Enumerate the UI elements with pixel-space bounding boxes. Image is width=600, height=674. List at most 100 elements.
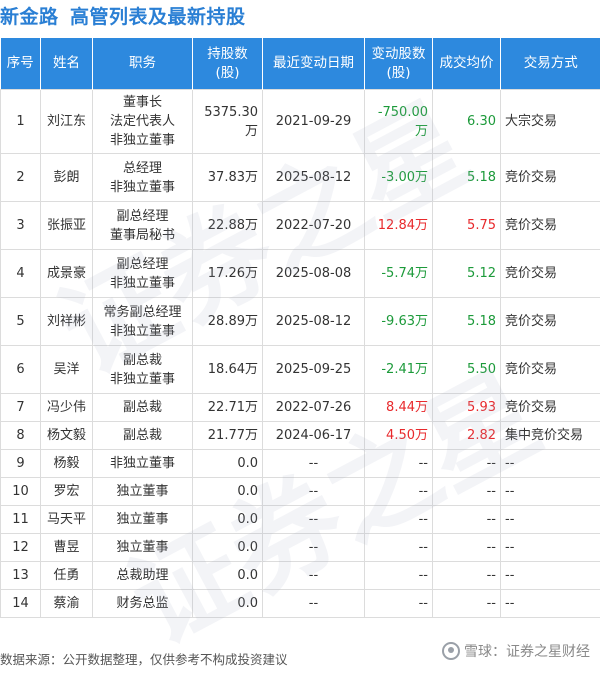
executive-name: 杨文毅	[41, 422, 93, 450]
share-change: --	[365, 562, 433, 590]
position-line: 副总裁	[97, 398, 188, 417]
position-line: 非独立董事	[97, 131, 188, 150]
shares-held: 18.64万	[193, 346, 263, 394]
executive-position: 独立董事	[93, 478, 193, 506]
share-change: 4.50万	[365, 422, 433, 450]
trade-method: --	[501, 534, 600, 562]
position-line: 副总裁	[97, 426, 188, 445]
last-change-date: 2022-07-20	[263, 202, 365, 250]
executives-table: 序号姓名职务持股数(股)最近变动日期变动股数(股)成交均价交易方式 1刘江东董事…	[0, 38, 600, 618]
executive-name: 曹昱	[41, 534, 93, 562]
executive-position: 副总经理非独立董事	[93, 250, 193, 298]
table-row: 5刘祥彬常务副总经理非独立董事28.89万2025-08-12-9.63万5.1…	[1, 298, 600, 346]
trade-method: --	[501, 450, 600, 478]
last-change-date: --	[263, 562, 365, 590]
trade-method: 大宗交易	[501, 90, 600, 154]
row-number: 14	[1, 590, 41, 618]
share-change: -750.00万	[365, 90, 433, 154]
position-line: 独立董事	[97, 538, 188, 557]
shares-held: 0.0	[193, 478, 263, 506]
column-header: 最近变动日期	[263, 38, 365, 90]
row-number: 1	[1, 90, 41, 154]
executive-position: 副总经理董事局秘书	[93, 202, 193, 250]
shares-held: 17.26万	[193, 250, 263, 298]
trade-method: --	[501, 590, 600, 618]
position-line: 董事局秘书	[97, 226, 188, 245]
trade-method: 集中竞价交易	[501, 422, 600, 450]
column-header: 序号	[1, 38, 41, 90]
shares-held: 0.0	[193, 562, 263, 590]
executive-name: 杨毅	[41, 450, 93, 478]
executive-name: 成景豪	[41, 250, 93, 298]
executive-name: 吴洋	[41, 346, 93, 394]
shares-held: 28.89万	[193, 298, 263, 346]
title-bar: 新金路 高管列表及最新持股	[0, 0, 600, 32]
trade-method: 竞价交易	[501, 202, 600, 250]
last-change-date: 2025-08-08	[263, 250, 365, 298]
position-line: 非独立董事	[97, 322, 188, 341]
column-header: 成交均价	[433, 38, 501, 90]
last-change-date: --	[263, 478, 365, 506]
trade-method: 竞价交易	[501, 154, 600, 202]
xueqiu-logo-icon	[442, 642, 460, 660]
table-row: 3张振亚副总经理董事局秘书22.88万2022-07-2012.84万5.75竞…	[1, 202, 600, 250]
row-number: 6	[1, 346, 41, 394]
average-price: 5.18	[433, 154, 501, 202]
executive-name: 刘江东	[41, 90, 93, 154]
position-line: 非独立董事	[97, 454, 188, 473]
row-number: 3	[1, 202, 41, 250]
last-change-date: 2025-08-12	[263, 154, 365, 202]
executive-name: 冯少伟	[41, 394, 93, 422]
share-change: -9.63万	[365, 298, 433, 346]
share-change: --	[365, 534, 433, 562]
average-price: 5.93	[433, 394, 501, 422]
share-change: -2.41万	[365, 346, 433, 394]
position-line: 非独立董事	[97, 274, 188, 293]
share-change: 8.44万	[365, 394, 433, 422]
row-number: 12	[1, 534, 41, 562]
table-row: 14蔡渝财务总监0.0--------	[1, 590, 600, 618]
share-change: -3.00万	[365, 154, 433, 202]
last-change-date: 2025-08-12	[263, 298, 365, 346]
table-row: 12曹昱独立董事0.0--------	[1, 534, 600, 562]
table-row: 10罗宏独立董事0.0--------	[1, 478, 600, 506]
share-change: --	[365, 450, 433, 478]
company-name: 新金路	[0, 2, 59, 29]
shares-held: 22.71万	[193, 394, 263, 422]
shares-held: 37.83万	[193, 154, 263, 202]
row-number: 2	[1, 154, 41, 202]
share-change: --	[365, 506, 433, 534]
row-number: 8	[1, 422, 41, 450]
position-line: 总裁助理	[97, 566, 188, 585]
last-change-date: --	[263, 506, 365, 534]
executive-name: 罗宏	[41, 478, 93, 506]
executive-name: 蔡渝	[41, 590, 93, 618]
executive-position: 独立董事	[93, 534, 193, 562]
row-number: 7	[1, 394, 41, 422]
column-header: 交易方式	[501, 38, 600, 90]
trade-method: --	[501, 506, 600, 534]
trade-method: --	[501, 478, 600, 506]
trade-method: 竞价交易	[501, 394, 600, 422]
position-line: 常务副总经理	[97, 303, 188, 322]
trade-method: 竞价交易	[501, 346, 600, 394]
executive-position: 总裁助理	[93, 562, 193, 590]
row-number: 5	[1, 298, 41, 346]
executive-position: 副总裁	[93, 422, 193, 450]
average-price: --	[433, 590, 501, 618]
row-number: 4	[1, 250, 41, 298]
last-change-date: 2025-09-25	[263, 346, 365, 394]
position-line: 副总裁	[97, 351, 188, 370]
executive-name: 马天平	[41, 506, 93, 534]
table-row: 8杨文毅副总裁21.77万2024-06-174.50万2.82集中竞价交易	[1, 422, 600, 450]
executive-name: 彭朗	[41, 154, 93, 202]
page-title: 高管列表及最新持股	[70, 2, 246, 29]
table-row: 13任勇总裁助理0.0--------	[1, 562, 600, 590]
position-line: 副总经理	[97, 255, 188, 274]
executive-name: 张振亚	[41, 202, 93, 250]
column-header: 持股数(股)	[193, 38, 263, 90]
average-price: 2.82	[433, 422, 501, 450]
average-price: 5.12	[433, 250, 501, 298]
average-price: --	[433, 506, 501, 534]
table-body: 1刘江东董事长法定代表人非独立董事5375.30万2021-09-29-750.…	[1, 90, 600, 618]
